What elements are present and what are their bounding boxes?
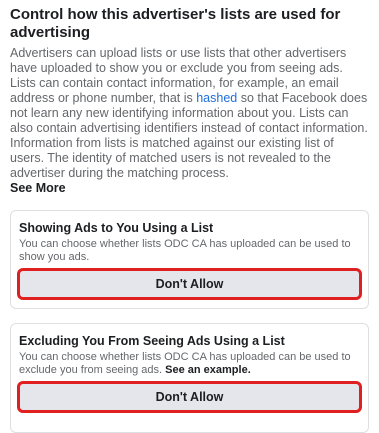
card-description: You can choose whether lists ODC CA has … (19, 351, 360, 377)
card-description-text: You can choose whether lists ODC CA has … (19, 238, 351, 263)
see-example-link[interactable]: See an example. (165, 364, 251, 376)
hashed-link[interactable]: hashed (196, 91, 237, 105)
see-more-link[interactable]: See More (10, 181, 66, 195)
card-title: Showing Ads to You Using a List (19, 221, 214, 235)
section-title: Control how this advertiser's lists are … (10, 6, 341, 41)
excluding-ads-card: Excluding You From Seeing Ads Using a Li… (10, 323, 369, 433)
dont-allow-excluding-button[interactable]: Don't Allow (17, 381, 362, 413)
card-title: Excluding You From Seeing Ads Using a Li… (19, 334, 285, 348)
section-description: Advertisers can upload lists or use list… (10, 46, 369, 196)
advertiser-lists-panel: Control how this advertiser's lists are … (0, 0, 379, 433)
showing-ads-card: Showing Ads to You Using a List You can … (10, 210, 369, 309)
card-description: You can choose whether lists ODC CA has … (19, 238, 360, 264)
dont-allow-showing-button[interactable]: Don't Allow (17, 268, 362, 300)
